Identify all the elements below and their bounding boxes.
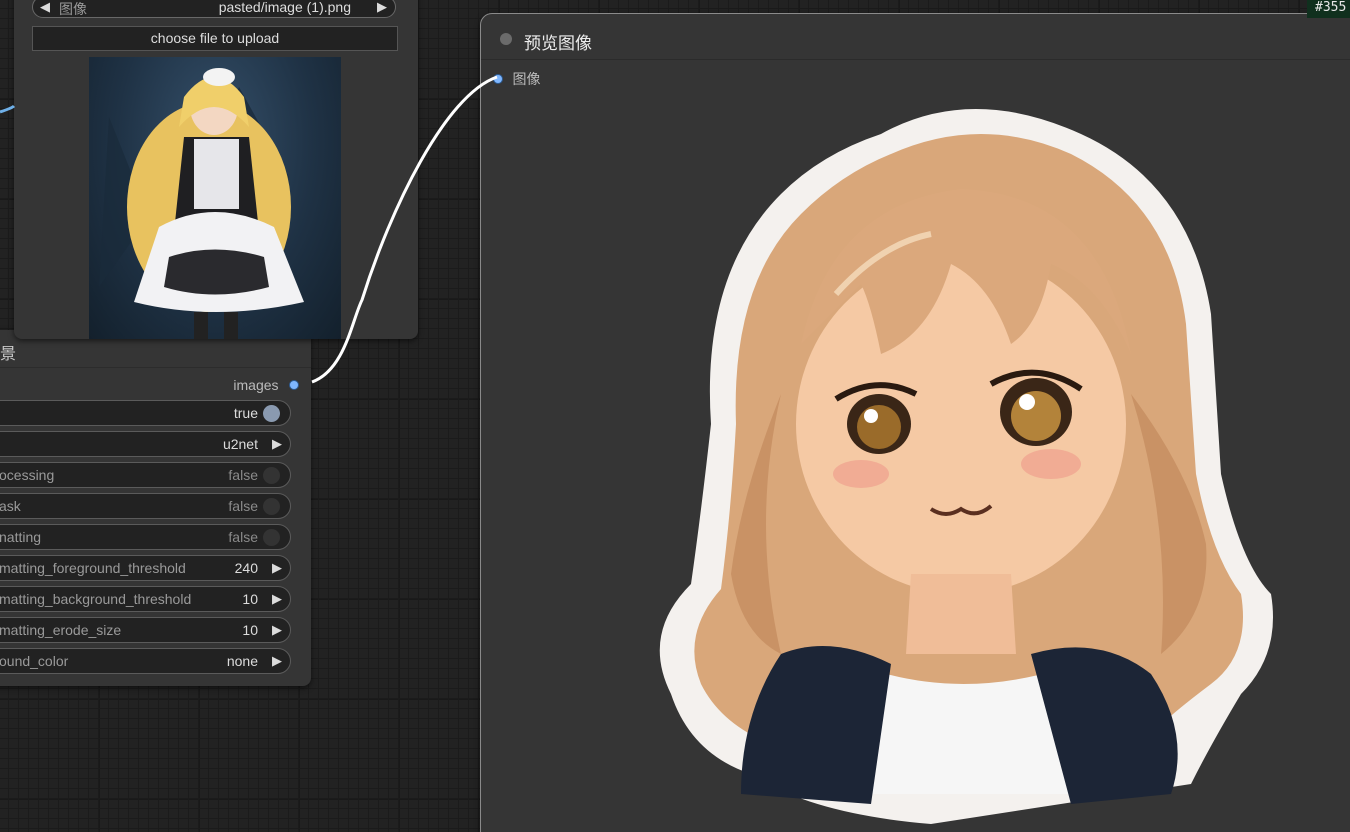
widget-name: matting_foreground_threshold: [0, 560, 186, 576]
widget-name: ask: [0, 498, 21, 514]
toggle-knob-icon[interactable]: [263, 467, 280, 484]
widget-background-color[interactable]: ound_color none ▶: [0, 648, 291, 674]
toggle-knob-icon[interactable]: [263, 405, 280, 422]
image-select[interactable]: ◀ 图像 pasted/image (1).png ▶: [32, 0, 396, 18]
widget-value: true: [233, 405, 258, 421]
widget-model-select[interactable]: u2net ▶: [0, 431, 291, 457]
loaded-image-thumbnail: [89, 57, 341, 339]
widget-toggle-1[interactable]: true: [0, 400, 291, 426]
increment-arrow-icon[interactable]: ▶: [272, 591, 282, 607]
widget-only-mask[interactable]: ask false: [0, 493, 291, 519]
increment-arrow-icon[interactable]: ▶: [272, 622, 282, 638]
image-select-value: pasted/image (1).png: [218, 0, 351, 15]
preview-output-image: [659, 109, 1273, 824]
collapse-dot-icon[interactable]: [500, 33, 512, 45]
link-left-offscreen: [0, 104, 16, 114]
widget-value: none: [226, 653, 258, 669]
widget-name: ound_color: [0, 653, 69, 669]
increment-arrow-icon[interactable]: ▶: [272, 560, 282, 576]
output-dot-icon[interactable]: [289, 380, 299, 390]
widget-name: natting: [0, 529, 42, 545]
input-dot-icon[interactable]: [493, 74, 503, 84]
widget-value: false: [228, 467, 258, 483]
widget-erode-size[interactable]: matting_erode_size 10 ▶: [0, 617, 291, 643]
remove-background-node[interactable]: 景 images true u2net ▶ ocessing false ask…: [0, 330, 311, 686]
widget-post-processing[interactable]: ocessing false: [0, 462, 291, 488]
prev-arrow-icon[interactable]: ◀: [40, 0, 50, 15]
next-arrow-icon[interactable]: ▶: [272, 436, 282, 452]
upload-button[interactable]: choose file to upload: [32, 26, 398, 51]
rembg-title: 景: [0, 346, 17, 363]
load-image-node[interactable]: ◀ 图像 pasted/image (1).png ▶ choose file …: [14, 0, 418, 339]
toggle-knob-icon[interactable]: [263, 529, 280, 546]
next-arrow-icon[interactable]: ▶: [377, 0, 387, 15]
widget-name: matting_background_threshold: [0, 591, 192, 607]
output-slot-images[interactable]: images: [233, 377, 299, 395]
image-select-label: 图像: [59, 1, 87, 17]
widget-name: matting_erode_size: [0, 622, 122, 638]
preview-image-node[interactable]: 预览图像 图像: [480, 13, 1350, 832]
preview-title-bar[interactable]: 预览图像: [481, 14, 1350, 60]
widget-value: 240: [234, 560, 258, 576]
widget-value: 10: [242, 591, 258, 607]
widget-value: u2net: [222, 436, 258, 452]
widget-background-threshold[interactable]: matting_background_threshold 10 ▶: [0, 586, 291, 612]
widget-name: ocessing: [0, 467, 55, 483]
toggle-knob-icon[interactable]: [263, 498, 280, 515]
widget-value: false: [228, 498, 258, 514]
input-label: 图像: [512, 71, 541, 87]
preview-title: 预览图像: [524, 34, 592, 53]
widget-alpha-matting[interactable]: natting false: [0, 524, 291, 550]
node-id-badge: #355: [1307, 0, 1350, 18]
widget-value: 10: [242, 622, 258, 638]
widget-foreground-threshold[interactable]: matting_foreground_threshold 240 ▶: [0, 555, 291, 581]
output-label: images: [233, 377, 279, 393]
next-arrow-icon[interactable]: ▶: [272, 653, 282, 669]
widget-value: false: [228, 529, 258, 545]
input-slot-image[interactable]: 图像: [493, 69, 540, 89]
